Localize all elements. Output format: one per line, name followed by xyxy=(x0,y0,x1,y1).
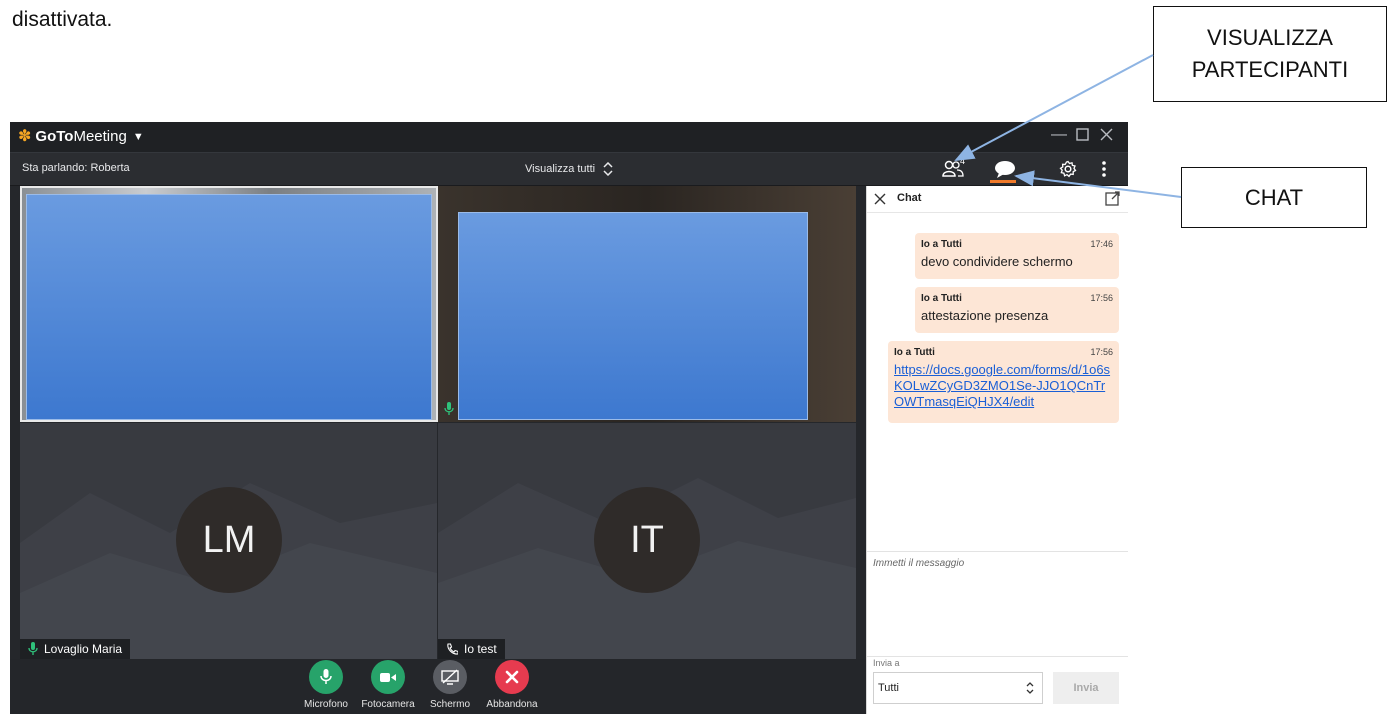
chat-bubble-icon xyxy=(995,161,1015,178)
chat-title: Chat xyxy=(897,192,922,204)
gear-icon xyxy=(1059,160,1077,178)
chat-callout-label: CHAT xyxy=(1244,184,1304,210)
send-button[interactable]: Invia xyxy=(1053,672,1119,704)
chat-message: Io a Tutti 17:46 devo condividere scherm… xyxy=(915,233,1119,279)
up-down-chevron-icon xyxy=(1026,682,1034,694)
message-text: attestazione presenza xyxy=(921,308,1049,323)
send-to-label: Invia a xyxy=(873,658,900,668)
message-time: 17:56 xyxy=(1090,347,1113,357)
mic-button-circle xyxy=(309,660,343,694)
video-camera-icon xyxy=(380,672,396,682)
microphone-button[interactable]: Microfono xyxy=(296,659,356,710)
meeting-toolbar: Sta parlando: Roberta Visualizza tutti 4 xyxy=(10,153,1128,186)
gotomeeting-logo-icon: ✽ xyxy=(18,127,32,145)
screen-button-circle xyxy=(433,660,467,694)
message-text: devo condividere schermo xyxy=(921,254,1073,269)
participant-name: Lovaglio Maria xyxy=(44,642,123,656)
participant-name: Io test xyxy=(464,642,497,656)
title-bar: ✽ GoToMeeting ▼ — xyxy=(10,122,1128,153)
view-all-toggle[interactable]: Visualizza tutti xyxy=(525,162,613,176)
blurred-video-area xyxy=(26,194,432,420)
camera-button[interactable]: Fotocamera xyxy=(358,659,418,710)
settings-button[interactable] xyxy=(1056,158,1080,180)
camera-label: Fotocamera xyxy=(361,699,415,710)
avatar-initials: IT xyxy=(594,487,700,593)
mic-icon xyxy=(28,642,38,655)
leave-meeting-button[interactable]: Abbandona xyxy=(482,659,542,710)
participant-tile-lm[interactable]: LM Lovaglio Maria xyxy=(20,423,437,659)
chat-message: Io a Tutti 17:56 attestazione presenza xyxy=(915,287,1119,333)
chat-callout: CHAT xyxy=(1181,167,1367,228)
screen-label: Schermo xyxy=(429,699,470,710)
message-link[interactable]: https://docs.google.com/forms/d/1o6sKOLw… xyxy=(894,362,1113,410)
chat-message: Io a Tutti 17:56 https://docs.google.com… xyxy=(888,341,1119,423)
mic-icon xyxy=(320,669,332,684)
camera-button-circle xyxy=(371,660,405,694)
chat-active-indicator xyxy=(990,180,1016,183)
blurred-video-area xyxy=(458,212,808,420)
screen-share-off-icon xyxy=(441,669,459,685)
microphone-label: Microfono xyxy=(304,699,348,710)
pop-out-icon[interactable] xyxy=(1105,191,1120,206)
participants-callout-line2: PARTECIPANTI xyxy=(1191,57,1349,82)
message-sender: Io a Tutti xyxy=(894,347,935,358)
message-time: 17:46 xyxy=(1090,239,1113,249)
maximize-icon[interactable] xyxy=(1076,128,1089,145)
close-window-icon[interactable] xyxy=(1100,128,1113,145)
leave-label: Abbandona xyxy=(486,699,538,710)
phone-icon xyxy=(447,643,458,655)
message-sender: Io a Tutti xyxy=(921,239,962,250)
video-tile-second[interactable] xyxy=(438,186,856,422)
video-grid: LM Lovaglio Maria IT Io test xyxy=(20,186,856,659)
video-tile-speaker[interactable] xyxy=(20,186,438,422)
avatar-initials: LM xyxy=(176,487,282,593)
caret-down-icon: ▼ xyxy=(132,130,144,143)
more-options-button[interactable] xyxy=(1098,158,1110,180)
send-to-value: Tutti xyxy=(878,682,899,694)
logo-text-rest: Meeting xyxy=(73,128,127,145)
chat-panel: Chat Io a Tutti 17:46 devo condividere s… xyxy=(866,186,1128,714)
logo-text-bold: GoTo xyxy=(35,128,74,145)
minimize-icon[interactable]: — xyxy=(1051,127,1067,143)
participants-callout: VISUALIZZA PARTECIPANTI xyxy=(1153,6,1387,102)
mic-active-icon xyxy=(444,402,454,415)
up-down-chevron-icon xyxy=(603,162,613,176)
more-vertical-icon xyxy=(1102,161,1106,177)
document-text: disattivata. xyxy=(12,8,113,31)
participants-callout-line1: VISUALIZZA xyxy=(1207,25,1333,51)
participant-count: 4 xyxy=(960,156,966,166)
leave-button-circle xyxy=(495,660,529,694)
gotomeeting-window: ✽ GoToMeeting ▼ — Sta parlando: Roberta … xyxy=(10,122,1128,714)
chat-message-input[interactable]: Immetti il messaggio xyxy=(867,551,1128,657)
close-icon xyxy=(505,670,519,684)
message-time: 17:56 xyxy=(1090,293,1113,303)
chat-input-placeholder: Immetti il messaggio xyxy=(873,558,965,569)
view-all-label: Visualizza tutti xyxy=(525,163,596,175)
chat-header: Chat xyxy=(867,186,1128,213)
participants-button[interactable]: 4 xyxy=(938,156,968,180)
message-sender: Io a Tutti xyxy=(921,293,962,304)
send-to-select[interactable]: Tutti xyxy=(873,672,1043,704)
screen-share-button[interactable]: Schermo xyxy=(420,659,480,710)
active-speaker: Sta parlando: Roberta xyxy=(22,162,130,174)
app-logo-menu[interactable]: ✽ GoToMeeting ▼ xyxy=(18,128,144,145)
participant-name-tag: Lovaglio Maria xyxy=(20,639,131,659)
participant-tile-it[interactable]: IT Io test xyxy=(438,423,856,659)
participant-name-tag: Io test xyxy=(438,639,505,659)
close-chat-icon[interactable] xyxy=(874,193,886,205)
chat-button[interactable] xyxy=(992,158,1018,180)
meeting-controls: Microfono Fotocamera Schermo Abbandona xyxy=(10,659,866,714)
